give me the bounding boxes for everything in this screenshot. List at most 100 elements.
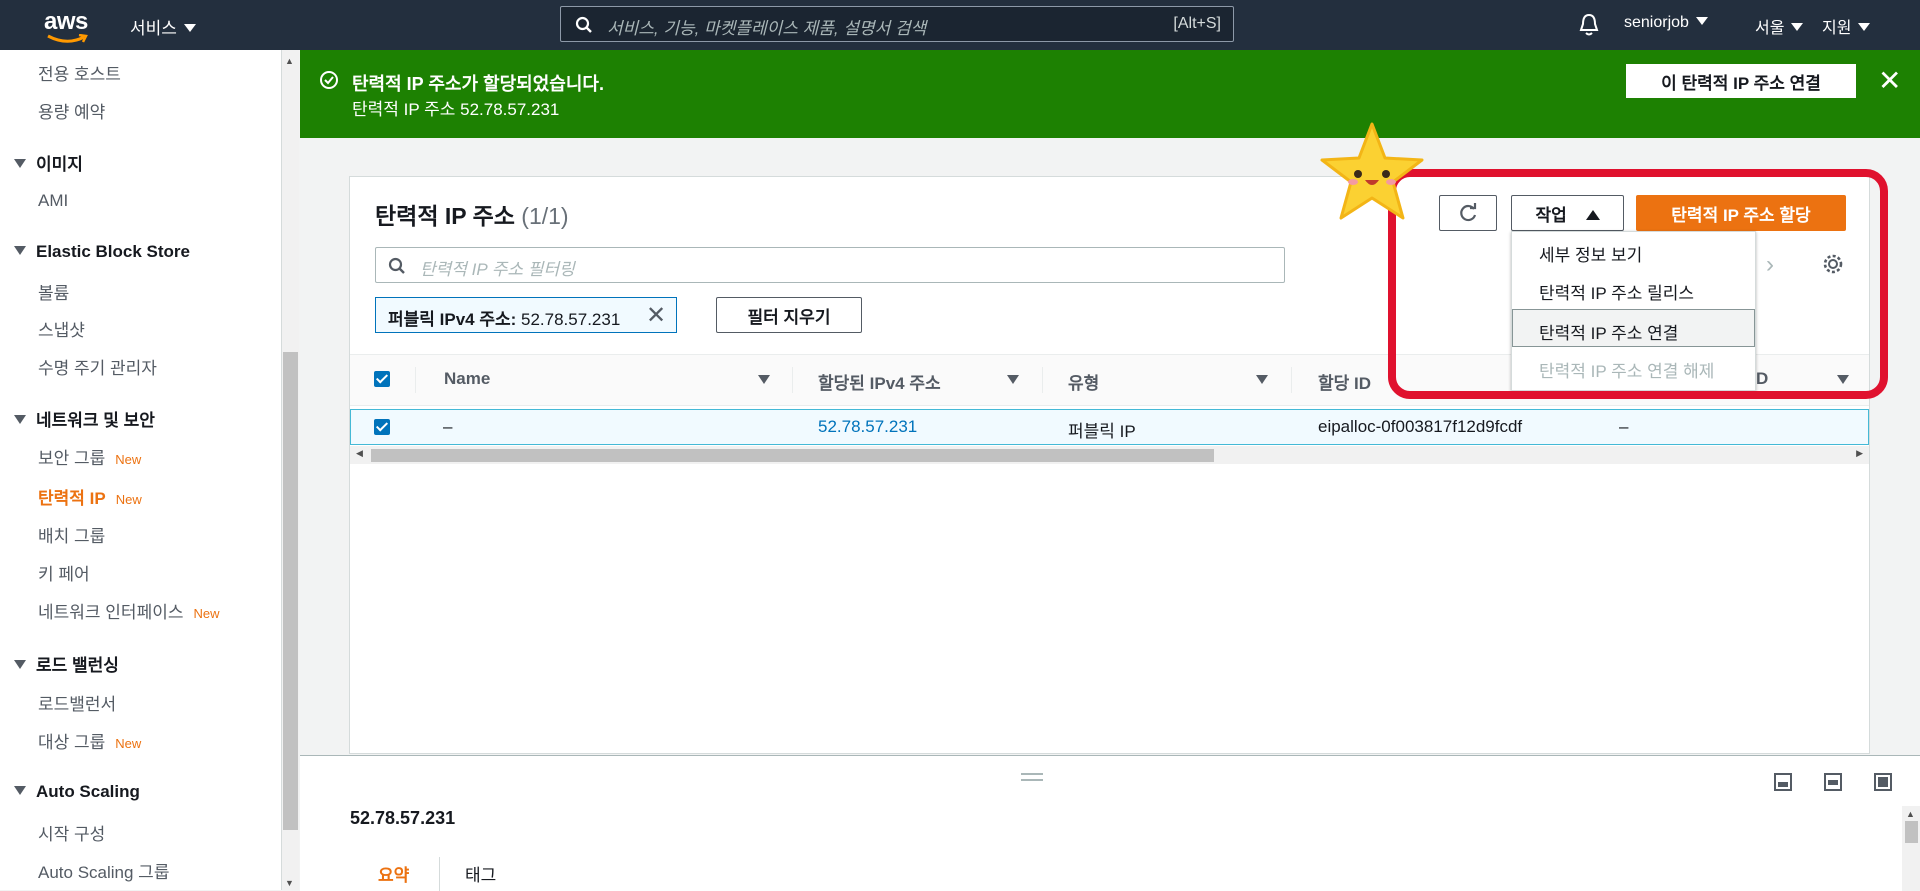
horizontal-scrollbar[interactable]: ◀ ▶ xyxy=(350,446,1869,464)
cell-type: 퍼블릭 IP xyxy=(1068,422,1136,441)
search-icon xyxy=(575,16,592,33)
new-badge: New xyxy=(115,492,142,507)
caret-down-icon xyxy=(14,246,26,255)
chevron-down-icon xyxy=(1858,23,1871,31)
remove-filter-icon[interactable]: ✕ xyxy=(646,301,666,330)
column-header-allocation-id[interactable]: 할당 ID xyxy=(1318,369,1371,394)
column-header-name[interactable]: Name xyxy=(444,369,490,389)
column-header-ipv4[interactable]: 할당된 IPv4 주소 xyxy=(818,369,941,394)
sidebar-item-launch-configurations[interactable]: 시작 구성 xyxy=(38,820,105,845)
bell-icon[interactable] xyxy=(1578,13,1600,37)
sidebar-item-network-interfaces[interactable]: 네트워크 인터페이스 New xyxy=(38,598,220,623)
caret-down-icon xyxy=(14,660,26,669)
sidebar-item-security-groups[interactable]: 보안 그룹 New xyxy=(38,444,141,469)
sidebar-item-target-groups[interactable]: 대상 그룹 New xyxy=(38,728,141,753)
table-row[interactable]: – 52.78.57.231 퍼블릭 IP eipalloc-0f003817f… xyxy=(350,409,1869,445)
star-sticker-icon xyxy=(1320,122,1424,220)
tab-divider xyxy=(439,857,440,891)
sidebar-section-network-security[interactable]: 네트워크 및 보안 xyxy=(14,406,155,431)
sidebar-item-dedicated-hosts[interactable]: 전용 호스트 xyxy=(38,60,121,85)
sidebar-item-elastic-ip[interactable]: 탄력적 IP New xyxy=(38,484,142,509)
sort-icon[interactable] xyxy=(1007,375,1019,384)
sidebar-scrollbar-thumb[interactable] xyxy=(283,352,298,830)
resize-handle-icon[interactable] xyxy=(1021,773,1043,781)
clear-filters-button[interactable]: 필터 지우기 xyxy=(716,297,862,333)
cell-extra: – xyxy=(1619,417,1629,436)
sidebar-item-snapshots[interactable]: 스냅샷 xyxy=(38,316,85,341)
split-panel-scrollbar-thumb[interactable] xyxy=(1905,821,1918,843)
success-check-icon xyxy=(320,71,338,89)
aws-logo[interactable]: aws xyxy=(44,8,94,43)
scroll-right-arrow-icon[interactable]: ▶ xyxy=(1856,448,1863,459)
sidebar-item-placement-groups[interactable]: 배치 그룹 xyxy=(38,522,105,547)
cell-name: – xyxy=(443,417,453,436)
caret-down-icon xyxy=(14,159,26,168)
tab-tags[interactable]: 태그 xyxy=(465,861,496,886)
filter-token-key: 퍼블릭 IPv4 주소: xyxy=(388,310,517,329)
scroll-down-arrow-icon[interactable]: ▼ xyxy=(285,878,294,888)
sidebar-section-ebs[interactable]: Elastic Block Store xyxy=(14,242,190,262)
aws-smile-icon xyxy=(47,34,88,43)
nav-label: 보안 그룹 xyxy=(38,449,106,468)
support-label: 지원 xyxy=(1822,20,1852,37)
tab-summary[interactable]: 요약 xyxy=(378,861,409,886)
filter-token-label: 퍼블릭 IPv4 주소: 52.78.57.231 xyxy=(388,305,620,330)
region-label: 서울 xyxy=(1755,20,1785,37)
chevron-down-icon xyxy=(1791,23,1804,31)
cell-ipv4-link[interactable]: 52.78.57.231 xyxy=(818,417,917,437)
panel-side-layout-icon[interactable] xyxy=(1824,773,1842,791)
section-label: Elastic Block Store xyxy=(36,242,191,261)
row-checkbox[interactable] xyxy=(374,419,390,435)
column-divider xyxy=(415,367,416,393)
banner-subtitle: 탄력적 IP 주소 52.78.57.231 xyxy=(352,100,560,119)
sidebar-item-auto-scaling-groups[interactable]: Auto Scaling 그룹 xyxy=(38,858,169,883)
aws-logo-text: aws xyxy=(44,8,88,35)
services-menu[interactable]: 서비스 xyxy=(130,14,196,39)
column-header-type[interactable]: 유형 xyxy=(1068,369,1099,394)
filter-input[interactable]: 탄력적 IP 주소 필터링 xyxy=(375,247,1285,283)
scroll-up-arrow-icon[interactable]: ▲ xyxy=(1906,809,1915,819)
account-label: seniorjob xyxy=(1624,14,1689,31)
sort-icon[interactable] xyxy=(1256,375,1268,384)
sidebar-item-lifecycle-manager[interactable]: 수명 주기 관리자 xyxy=(38,354,157,379)
sidebar-item-capacity-reservations[interactable]: 용량 예약 xyxy=(38,98,105,123)
global-search-input[interactable]: 서비스, 기능, 마켓플레이스 제품, 설명서 검색 [Alt+S] xyxy=(560,6,1234,42)
account-menu[interactable]: seniorjob xyxy=(1624,14,1708,32)
sort-icon[interactable] xyxy=(758,375,770,384)
top-navigation-bar: aws 서비스 서비스, 기능, 마켓플레이스 제품, 설명서 검색 [Alt+… xyxy=(0,0,1920,50)
support-menu[interactable]: 지원 xyxy=(1822,14,1871,38)
new-badge: New xyxy=(115,452,142,467)
horizontal-scrollbar-thumb[interactable] xyxy=(371,449,1214,462)
sidebar-section-auto-scaling[interactable]: Auto Scaling xyxy=(14,782,140,802)
column-divider xyxy=(1291,367,1292,393)
panel-count: (1/1) xyxy=(521,203,569,229)
scroll-up-arrow-icon[interactable]: ▲ xyxy=(285,56,294,66)
scroll-left-arrow-icon[interactable]: ◀ xyxy=(356,448,363,459)
sidebar-item-volumes[interactable]: 볼륨 xyxy=(38,279,69,304)
filter-token-value: 52.78.57.231 xyxy=(521,310,621,329)
page-title: 탄력적 IP 주소 (1/1) xyxy=(375,197,569,231)
section-label: 네트워크 및 보안 xyxy=(36,411,155,430)
search-shortcut: [Alt+S] xyxy=(1173,15,1221,32)
split-panel-title: 52.78.57.231 xyxy=(350,808,456,828)
associate-elastic-ip-button[interactable]: 이 탄력적 IP 주소 연결 xyxy=(1626,64,1856,98)
section-label: 로드 밸런싱 xyxy=(36,656,119,675)
sidebar-item-key-pairs[interactable]: 키 페어 xyxy=(38,560,90,585)
banner-title: 탄력적 IP 주소가 할당되었습니다. xyxy=(352,74,604,94)
select-all-checkbox[interactable] xyxy=(374,371,390,387)
sidebar: 전용 호스트 용량 예약 이미지 AMI Elastic Block Store… xyxy=(0,50,282,890)
search-icon xyxy=(388,257,405,274)
sidebar-item-load-balancers[interactable]: 로드밸런서 xyxy=(38,690,116,715)
region-menu[interactable]: 서울 xyxy=(1755,14,1804,38)
section-label: Auto Scaling xyxy=(36,782,140,801)
details-split-panel: 52.78.57.231 요약 태그 ▲ xyxy=(300,755,1920,891)
caret-down-icon xyxy=(14,415,26,424)
close-icon[interactable]: ✕ xyxy=(1878,64,1901,97)
sidebar-section-load-balancing[interactable]: 로드 밸런싱 xyxy=(14,651,119,676)
panel-full-layout-icon[interactable] xyxy=(1874,773,1892,791)
section-label: 이미지 xyxy=(36,155,83,174)
sidebar-section-images[interactable]: 이미지 xyxy=(14,150,83,175)
new-badge: New xyxy=(115,736,142,751)
sidebar-item-ami[interactable]: AMI xyxy=(38,191,68,211)
panel-bottom-layout-icon[interactable] xyxy=(1774,773,1792,791)
